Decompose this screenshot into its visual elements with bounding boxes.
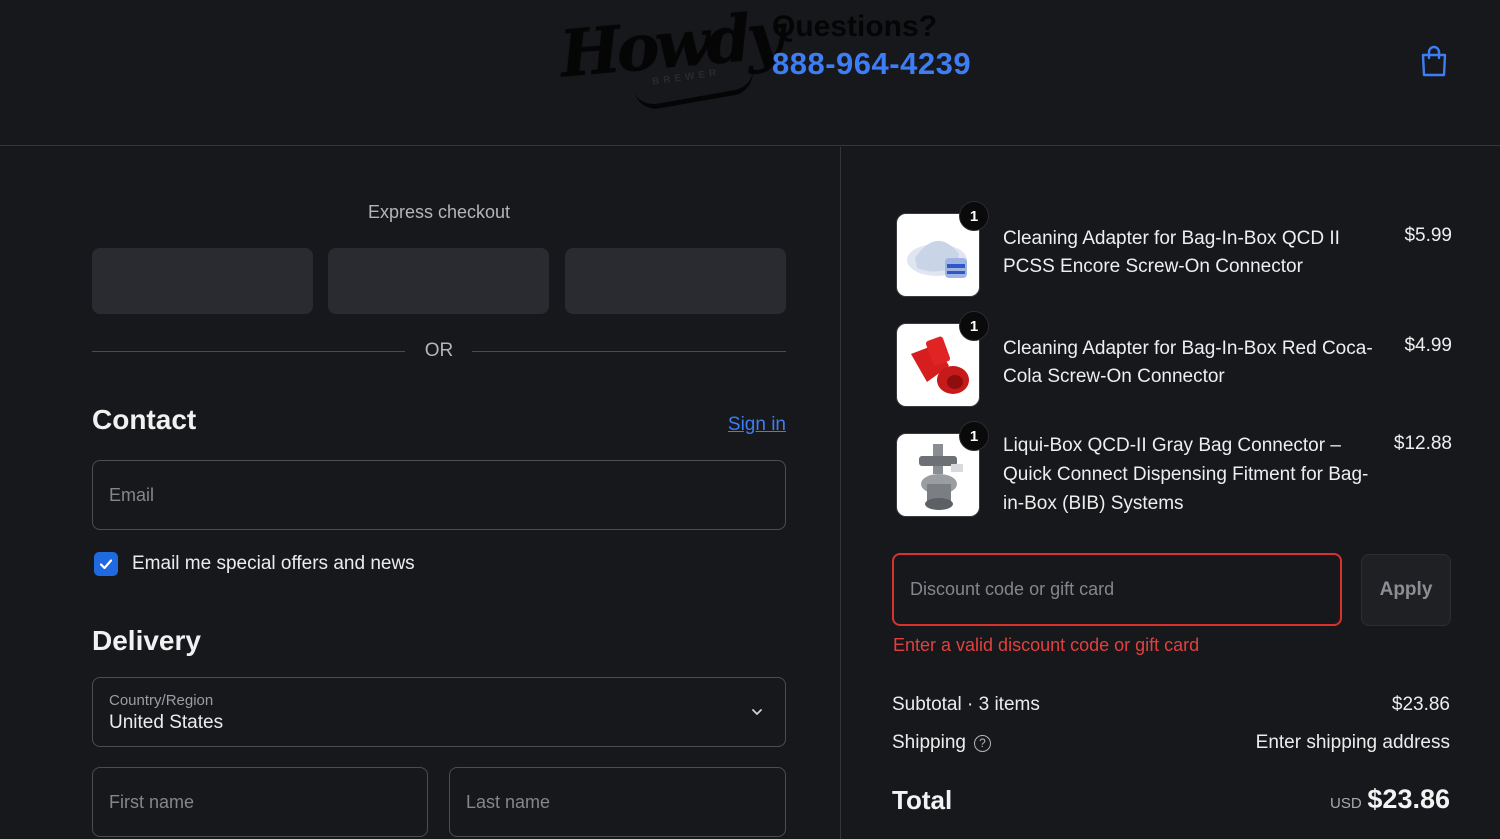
country-value: United States: [109, 712, 224, 733]
last-name-field[interactable]: [449, 767, 786, 837]
express-pay-button-1[interactable]: [92, 248, 313, 314]
first-name-input[interactable]: [109, 768, 411, 836]
item-name: Liqui-Box QCD-II Gray Bag Connector – Qu…: [1003, 435, 1369, 514]
item-price: $4.99: [1404, 335, 1452, 356]
shopping-bag-icon[interactable]: [1418, 44, 1450, 78]
chevron-down-icon: [752, 709, 762, 715]
last-name-input[interactable]: [466, 768, 769, 836]
help-icon[interactable]: ?: [973, 735, 991, 752]
total-value: $23.86: [1367, 784, 1450, 814]
sign-in-link[interactable]: Sign in: [700, 414, 786, 436]
email-field[interactable]: [92, 460, 786, 530]
or-line-right: [472, 351, 786, 352]
subtotal-label: Subtotal · 3 items: [892, 694, 1040, 715]
shipping-value: Enter shipping address: [1255, 732, 1450, 753]
cart-item: 1 Cleaning Adapter for Bag-In-Box Red Co…: [896, 311, 1452, 413]
express-pay-button-3[interactable]: [565, 248, 786, 314]
discount-field[interactable]: [892, 553, 1342, 626]
questions-label: Questions?: [772, 10, 938, 43]
item-name: Cleaning Adapter for Bag-In-Box QCD II P…: [1003, 228, 1340, 277]
first-name-field[interactable]: [92, 767, 428, 837]
discount-error-message: Enter a valid discount code or gift card: [893, 635, 1200, 655]
phone-number-link[interactable]: 888-964-4239: [772, 46, 971, 82]
cart-item: 1 Cleaning Adapter for Bag-In-Box QCD II…: [896, 201, 1452, 303]
discount-input[interactable]: [910, 555, 1330, 624]
shipping-row: Shipping?: [892, 732, 991, 754]
apply-button[interactable]: Apply: [1361, 554, 1451, 626]
checkmark-icon: [99, 559, 113, 570]
total-label: Total: [892, 785, 953, 815]
quantity-badge: 1: [959, 201, 989, 231]
or-divider: OR: [92, 339, 786, 363]
offers-label: Email me special offers and news: [132, 553, 415, 574]
subtotal-value: $23.86: [1391, 694, 1450, 715]
quantity-badge: 1: [959, 421, 989, 451]
contact-heading: Contact: [92, 404, 197, 435]
cart-item: 1 Liqui-Box QCD-II Gray Bag Connector – …: [896, 421, 1452, 523]
express-pay-button-2[interactable]: [328, 248, 549, 314]
quantity-badge: 1: [959, 311, 989, 341]
column-divider: [840, 147, 841, 839]
howdy-logo[interactable]: Howdy BREWER: [557, 0, 783, 113]
shipping-label: Shipping: [892, 732, 966, 753]
total-currency: USD: [1330, 795, 1362, 812]
express-checkout-title: Express checkout: [367, 202, 511, 222]
header: Howdy BREWER Questions? 888-964-4239: [0, 0, 1500, 146]
country-select[interactable]: Country/Region United States: [92, 677, 786, 747]
delivery-heading: Delivery: [92, 625, 201, 656]
country-label: Country/Region: [109, 692, 214, 709]
email-input[interactable]: [109, 461, 769, 529]
item-price: $12.88: [1393, 433, 1452, 454]
item-name: Cleaning Adapter for Bag-In-Box Red Coca…: [1003, 338, 1373, 387]
item-price: $5.99: [1404, 225, 1452, 246]
offers-checkbox[interactable]: [94, 552, 118, 576]
